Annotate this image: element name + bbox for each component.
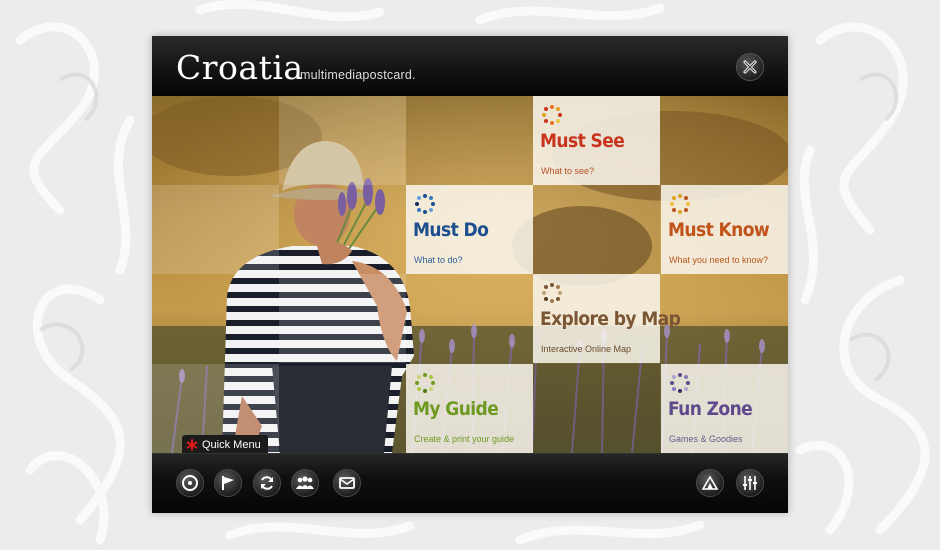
dots-ring-icon [415,373,435,393]
close-button[interactable] [736,53,764,81]
dots-ring-icon [542,283,562,303]
footer-toolbar [152,453,788,513]
tile-title: Explore by Map [540,308,681,330]
tile-must-know[interactable]: Must Know What you need to know? [661,185,788,274]
tile-subtitle: What you need to know? [669,255,769,265]
dots-ring-icon [415,194,435,214]
tile-title: My Guide [413,398,499,420]
grid-cell [279,274,406,363]
dots-ring-icon [670,373,690,393]
postcard-app: Croatia multimediapostcard. Must See Wha… [152,36,788,513]
close-icon [743,60,757,74]
header: Croatia multimediapostcard. [152,36,788,96]
tile-subtitle: Create & print your guide [414,434,515,444]
tile-subtitle: What to do? [414,255,463,265]
tile-subtitle: Games & Goodies [669,434,743,444]
app-subtitle: multimediapostcard. [300,68,416,82]
tile-fun-zone[interactable]: Fun Zone Games & Goodies [661,364,788,453]
people-icon [296,476,314,489]
dots-ring-icon [670,194,690,214]
tile-must-see[interactable]: Must See What to see? [533,96,660,185]
tile-title: Must Know [668,219,770,241]
tile-my-guide[interactable]: My Guide Create & print your guide [406,364,533,453]
tile-title: Must See [540,130,625,152]
tile-must-do[interactable]: Must Do What to do? [406,185,533,274]
app-title: Croatia [176,48,304,87]
tile-explore-by-map[interactable]: Explore by Map Interactive Online Map [533,274,681,363]
sound-button[interactable] [696,469,724,497]
flag-icon [222,476,234,490]
dots-ring-icon [542,105,562,125]
grid-cell [406,96,533,185]
quick-menu-button[interactable]: Quick Menu [182,435,268,455]
sound-icon [701,475,719,490]
people-button[interactable] [291,469,319,497]
grid-cell [279,96,406,185]
flag-button[interactable] [214,469,242,497]
postcard-button[interactable] [333,469,361,497]
tile-title: Must Do [413,219,489,241]
disc-button[interactable] [176,469,204,497]
equalizer-icon [743,476,757,490]
refresh-icon [261,476,273,490]
grid-cell [152,185,279,274]
equalizer-button[interactable] [736,469,764,497]
asterisk-icon [186,439,198,451]
refresh-button[interactable] [253,469,281,497]
grid-cell [533,364,660,453]
photo-grid: Must See What to see? Must Do What to do… [152,96,788,453]
tile-subtitle: What to see? [541,166,595,176]
tile-title: Fun Zone [668,398,753,420]
grid-cell [533,185,660,274]
postcard-icon [339,477,355,489]
tile-subtitle: Interactive Online Map [541,344,632,354]
disc-icon [182,475,198,491]
quick-menu-label: Quick Menu [202,439,261,451]
